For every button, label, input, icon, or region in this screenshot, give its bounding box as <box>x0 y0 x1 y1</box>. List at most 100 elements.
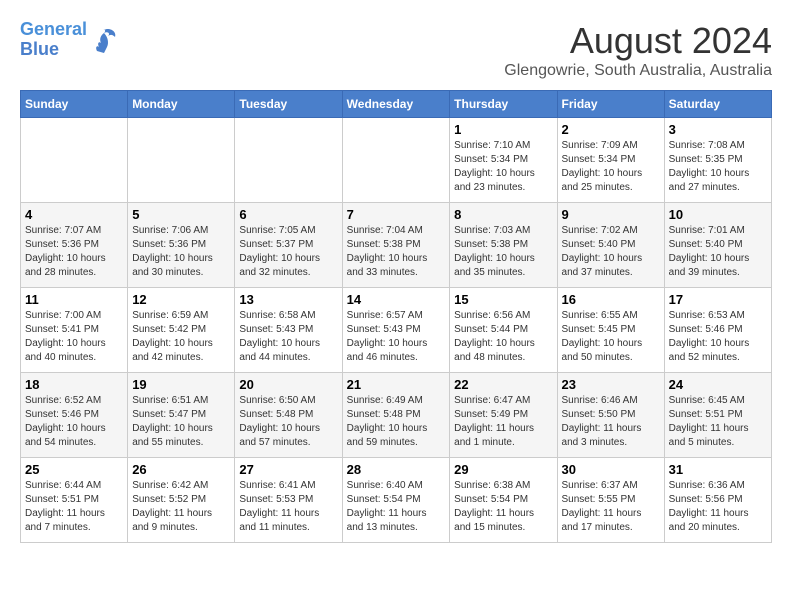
day-info: Sunrise: 6:49 AM Sunset: 5:48 PM Dayligh… <box>347 394 446 450</box>
day-number: 17 <box>669 292 767 307</box>
day-cell: 19 Sunrise: 6:51 AM Sunset: 5:47 PM Dayli… <box>128 373 235 458</box>
day-cell: 26 Sunrise: 6:42 AM Sunset: 5:52 PM Dayli… <box>128 458 235 543</box>
header-row: SundayMondayTuesdayWednesdayThursdayFrid… <box>21 91 772 118</box>
day-number: 24 <box>669 377 767 392</box>
day-number: 18 <box>25 377 123 392</box>
day-cell: 13Sunrise: 6:58 AM Sunset: 5:43 PM Dayli… <box>235 288 342 373</box>
day-number: 10 <box>669 207 767 222</box>
day-cell: 10 Sunrise: 7:01 AM Sunset: 5:40 PM Dayli… <box>664 203 771 288</box>
day-number: 4 <box>25 207 123 222</box>
day-info: Sunrise: 7:06 AM Sunset: 5:36 PM Dayligh… <box>132 224 230 280</box>
day-info: Sunrise: 6:50 AM Sunset: 5:48 PM Dayligh… <box>239 394 337 450</box>
day-number: 1 <box>454 122 552 137</box>
day-number: 14 <box>347 292 446 307</box>
day-info: Sunrise: 6:46 AM Sunset: 5:50 PM Dayligh… <box>562 394 660 450</box>
day-info: Sunrise: 6:56 AM Sunset: 5:44 PM Dayligh… <box>454 309 552 365</box>
header-thursday: Thursday <box>450 91 557 118</box>
day-cell: 14 Sunrise: 6:57 AM Sunset: 5:43 PM Dayli… <box>342 288 450 373</box>
day-number: 19 <box>132 377 230 392</box>
day-number: 12 <box>132 292 230 307</box>
calendar-body: 1 Sunrise: 7:10 AM Sunset: 5:34 PM Daylig… <box>21 118 772 543</box>
day-info: Sunrise: 6:53 AM Sunset: 5:46 PM Dayligh… <box>669 309 767 365</box>
day-cell: 20 Sunrise: 6:50 AM Sunset: 5:48 PM Dayli… <box>235 373 342 458</box>
day-info: Sunrise: 6:45 AM Sunset: 5:51 PM Dayligh… <box>669 394 767 450</box>
day-cell: 24 Sunrise: 6:45 AM Sunset: 5:51 PM Dayli… <box>664 373 771 458</box>
day-number: 20 <box>239 377 337 392</box>
day-info: Sunrise: 7:08 AM Sunset: 5:35 PM Dayligh… <box>669 139 767 195</box>
day-info: Sunrise: 6:42 AM Sunset: 5:52 PM Dayligh… <box>132 479 230 535</box>
day-number: 26 <box>132 462 230 477</box>
day-cell: 11 Sunrise: 7:00 AM Sunset: 5:41 PM Dayli… <box>21 288 128 373</box>
day-cell: 25Sunrise: 6:44 AM Sunset: 5:51 PM Dayli… <box>21 458 128 543</box>
logo-bird-icon <box>89 25 119 55</box>
day-cell <box>235 118 342 203</box>
day-number: 23 <box>562 377 660 392</box>
day-info: Sunrise: 7:04 AM Sunset: 5:38 PM Dayligh… <box>347 224 446 280</box>
calendar-table: SundayMondayTuesdayWednesdayThursdayFrid… <box>20 90 772 543</box>
day-number: 28 <box>347 462 446 477</box>
day-cell: 31 Sunrise: 6:36 AM Sunset: 5:56 PM Dayli… <box>664 458 771 543</box>
week-row-5: 25Sunrise: 6:44 AM Sunset: 5:51 PM Dayli… <box>21 458 772 543</box>
day-cell: 17 Sunrise: 6:53 AM Sunset: 5:46 PM Dayli… <box>664 288 771 373</box>
day-cell: 3 Sunrise: 7:08 AM Sunset: 5:35 PM Daylig… <box>664 118 771 203</box>
day-info: Sunrise: 6:57 AM Sunset: 5:43 PM Dayligh… <box>347 309 446 365</box>
day-cell: 30 Sunrise: 6:37 AM Sunset: 5:55 PM Dayli… <box>557 458 664 543</box>
day-cell: 5 Sunrise: 7:06 AM Sunset: 5:36 PM Daylig… <box>128 203 235 288</box>
week-row-4: 18 Sunrise: 6:52 AM Sunset: 5:46 PM Dayli… <box>21 373 772 458</box>
day-info: Sunrise: 6:55 AM Sunset: 5:45 PM Dayligh… <box>562 309 660 365</box>
header-monday: Monday <box>128 91 235 118</box>
day-cell: 7Sunrise: 7:04 AM Sunset: 5:38 PM Daylig… <box>342 203 450 288</box>
header-friday: Friday <box>557 91 664 118</box>
day-number: 30 <box>562 462 660 477</box>
day-cell: 29Sunrise: 6:38 AM Sunset: 5:54 PM Dayli… <box>450 458 557 543</box>
day-cell: 12 Sunrise: 6:59 AM Sunset: 5:42 PM Dayli… <box>128 288 235 373</box>
day-cell <box>21 118 128 203</box>
day-info: Sunrise: 6:59 AM Sunset: 5:42 PM Dayligh… <box>132 309 230 365</box>
day-info: Sunrise: 7:10 AM Sunset: 5:34 PM Dayligh… <box>454 139 552 195</box>
day-cell: 4 Sunrise: 7:07 AM Sunset: 5:36 PM Daylig… <box>21 203 128 288</box>
day-cell: 28 Sunrise: 6:40 AM Sunset: 5:54 PM Dayli… <box>342 458 450 543</box>
day-cell: 2Sunrise: 7:09 AM Sunset: 5:34 PM Daylig… <box>557 118 664 203</box>
subtitle: Glengowrie, South Australia, Australia <box>504 62 772 80</box>
day-info: Sunrise: 6:52 AM Sunset: 5:46 PM Dayligh… <box>25 394 123 450</box>
day-number: 21 <box>347 377 446 392</box>
day-info: Sunrise: 7:01 AM Sunset: 5:40 PM Dayligh… <box>669 224 767 280</box>
day-info: Sunrise: 6:51 AM Sunset: 5:47 PM Dayligh… <box>132 394 230 450</box>
week-row-2: 4 Sunrise: 7:07 AM Sunset: 5:36 PM Daylig… <box>21 203 772 288</box>
header-sunday: Sunday <box>21 91 128 118</box>
day-number: 3 <box>669 122 767 137</box>
header-tuesday: Tuesday <box>235 91 342 118</box>
day-number: 25 <box>25 462 123 477</box>
main-title: August 2024 <box>504 20 772 62</box>
week-row-3: 11 Sunrise: 7:00 AM Sunset: 5:41 PM Dayli… <box>21 288 772 373</box>
day-number: 13 <box>239 292 337 307</box>
calendar-header: SundayMondayTuesdayWednesdayThursdayFrid… <box>21 91 772 118</box>
day-info: Sunrise: 6:36 AM Sunset: 5:56 PM Dayligh… <box>669 479 767 535</box>
day-number: 15 <box>454 292 552 307</box>
day-number: 9 <box>562 207 660 222</box>
day-number: 29 <box>454 462 552 477</box>
header-wednesday: Wednesday <box>342 91 450 118</box>
day-number: 31 <box>669 462 767 477</box>
week-row-1: 1 Sunrise: 7:10 AM Sunset: 5:34 PM Daylig… <box>21 118 772 203</box>
day-number: 2 <box>562 122 660 137</box>
day-cell: 15 Sunrise: 6:56 AM Sunset: 5:44 PM Dayli… <box>450 288 557 373</box>
day-cell <box>342 118 450 203</box>
day-cell: 23 Sunrise: 6:46 AM Sunset: 5:50 PM Dayli… <box>557 373 664 458</box>
day-info: Sunrise: 7:07 AM Sunset: 5:36 PM Dayligh… <box>25 224 123 280</box>
day-cell: 8Sunrise: 7:03 AM Sunset: 5:38 PM Daylig… <box>450 203 557 288</box>
day-number: 6 <box>239 207 337 222</box>
day-cell: 1 Sunrise: 7:10 AM Sunset: 5:34 PM Daylig… <box>450 118 557 203</box>
day-cell: 27Sunrise: 6:41 AM Sunset: 5:53 PM Dayli… <box>235 458 342 543</box>
day-number: 5 <box>132 207 230 222</box>
day-number: 11 <box>25 292 123 307</box>
day-info: Sunrise: 6:40 AM Sunset: 5:54 PM Dayligh… <box>347 479 446 535</box>
day-info: Sunrise: 6:37 AM Sunset: 5:55 PM Dayligh… <box>562 479 660 535</box>
day-cell: 9Sunrise: 7:02 AM Sunset: 5:40 PM Daylig… <box>557 203 664 288</box>
day-cell: 18 Sunrise: 6:52 AM Sunset: 5:46 PM Dayli… <box>21 373 128 458</box>
day-cell: 21 Sunrise: 6:49 AM Sunset: 5:48 PM Dayli… <box>342 373 450 458</box>
day-info: Sunrise: 7:05 AM Sunset: 5:37 PM Dayligh… <box>239 224 337 280</box>
day-info: Sunrise: 7:00 AM Sunset: 5:41 PM Dayligh… <box>25 309 123 365</box>
day-cell: 16Sunrise: 6:55 AM Sunset: 5:45 PM Dayli… <box>557 288 664 373</box>
logo-text: General Blue <box>20 20 87 60</box>
